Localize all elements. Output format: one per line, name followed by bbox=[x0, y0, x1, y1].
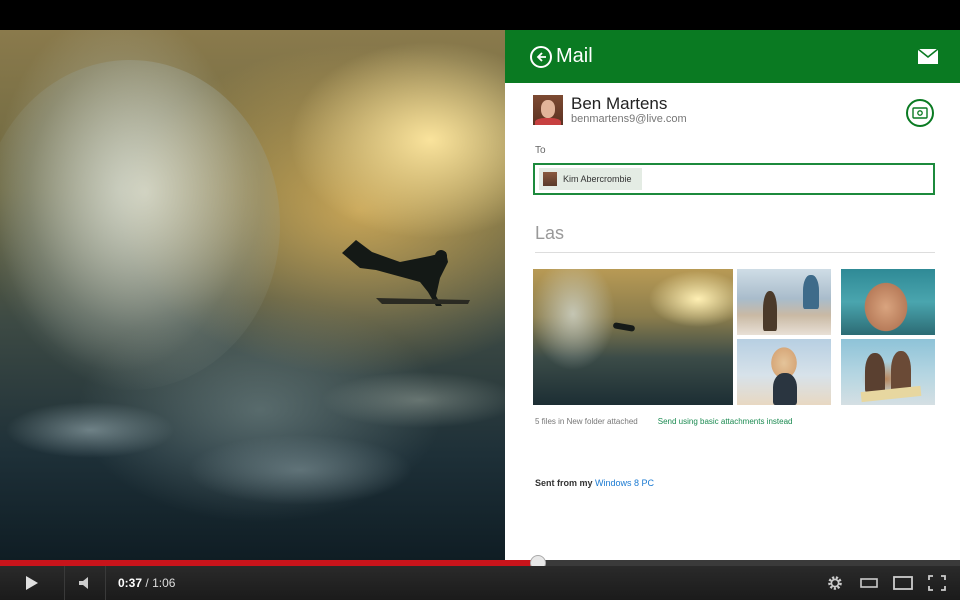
signature: Sent from my Windows 8 PC bbox=[535, 478, 960, 488]
recipient-name: Kim Abercrombie bbox=[563, 174, 632, 184]
surfer-silhouette bbox=[342, 240, 470, 306]
attachment-thumbnail-portrait[interactable] bbox=[841, 269, 935, 335]
attachment-thumbnail-friends[interactable] bbox=[841, 339, 935, 405]
sender-email: benmartens9@live.com bbox=[571, 113, 687, 125]
avatar bbox=[533, 95, 563, 125]
to-field[interactable]: Kim Abercrombie bbox=[533, 163, 935, 195]
attachment-info: 5 files in New folder attached bbox=[535, 417, 638, 426]
video-controls: 0:37 / 1:06 bbox=[0, 566, 960, 600]
fullscreen-icon[interactable] bbox=[920, 566, 954, 600]
signature-prefix: Sent from my bbox=[535, 478, 593, 488]
current-time: 0:37 bbox=[118, 576, 143, 590]
sender-block: Ben Martens benmartens9@live.com bbox=[505, 83, 960, 145]
settings-icon[interactable] bbox=[818, 566, 852, 600]
small-player-icon[interactable] bbox=[852, 566, 886, 600]
volume-icon[interactable] bbox=[65, 566, 105, 600]
mail-compose-pane: Mail Ben Martens benmartens9@live.com To… bbox=[505, 30, 960, 560]
background-photo bbox=[0, 30, 505, 560]
mail-header: Mail bbox=[505, 30, 960, 83]
app-title: Mail bbox=[556, 45, 593, 67]
windows-pc-link[interactable]: Windows 8 PC bbox=[595, 478, 654, 488]
attachment-info-row: 5 files in New folder attached Send usin… bbox=[535, 417, 960, 426]
duration: 1:06 bbox=[152, 576, 176, 590]
attachment-thumbnail-beach[interactable] bbox=[737, 269, 831, 335]
back-icon[interactable] bbox=[530, 45, 552, 68]
sender-name: Ben Martens bbox=[571, 94, 668, 113]
large-player-icon[interactable] bbox=[886, 566, 920, 600]
letterbox-top bbox=[0, 0, 960, 30]
money-icon[interactable] bbox=[906, 99, 934, 127]
attachment-gallery bbox=[533, 269, 935, 405]
attachment-thumbnail-girl[interactable] bbox=[737, 339, 831, 405]
attachment-thumbnail-surf[interactable] bbox=[533, 269, 733, 405]
basic-attachments-link[interactable]: Send using basic attachments instead bbox=[658, 417, 793, 426]
recipient-avatar bbox=[543, 172, 557, 186]
subject-field[interactable]: Las bbox=[535, 223, 935, 253]
time-separator: / bbox=[145, 576, 149, 590]
to-label: To bbox=[535, 145, 546, 156]
play-icon[interactable] bbox=[0, 566, 64, 600]
time-display: 0:37 / 1:06 bbox=[118, 576, 175, 590]
recipient-chip[interactable]: Kim Abercrombie bbox=[539, 168, 642, 190]
envelope-icon[interactable] bbox=[918, 49, 938, 64]
